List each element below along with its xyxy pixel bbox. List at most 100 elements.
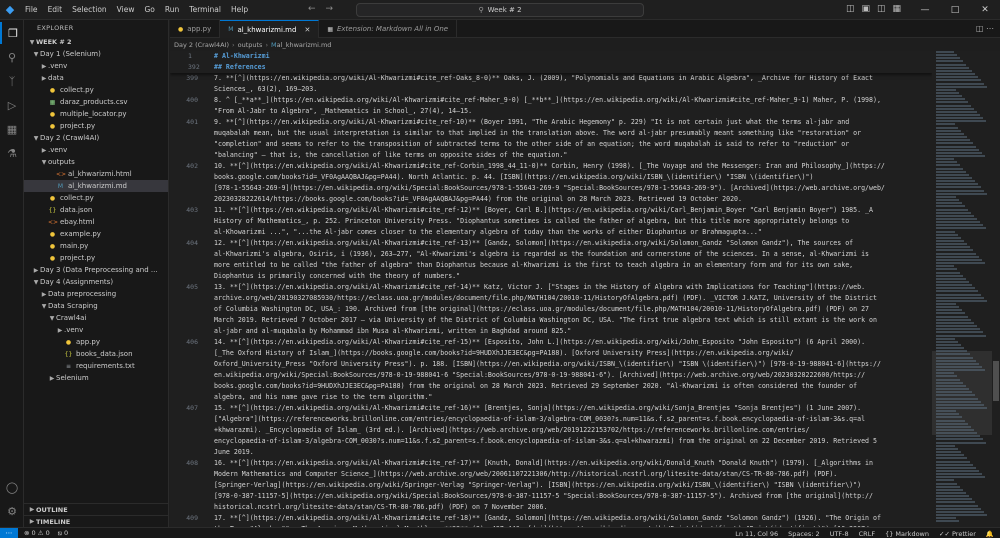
menu-item-view[interactable]: View: [112, 5, 140, 14]
code-line[interactable]: +khwarazmi). _Encyclopaedia of Islam_ (3…: [214, 425, 926, 436]
toggle-panel-icon[interactable]: ▣: [862, 4, 871, 14]
code-line[interactable]: ["Algebra"](https://referenceworks.brill…: [214, 414, 926, 425]
code-line[interactable]: 7. **[^](https://en.wikipedia.org/wiki/A…: [214, 73, 926, 84]
file-item[interactable]: {} data.json: [24, 204, 168, 216]
folder-item[interactable]: ▼ Day 4 (Assignments): [24, 276, 168, 288]
code-line[interactable]: "balancing" – that is, the cancellation …: [214, 150, 926, 161]
code-line[interactable]: Diophantus is primarily concerned with t…: [214, 271, 926, 282]
code-content[interactable]: 7. **[^](https://en.wikipedia.org/wiki/A…: [214, 51, 926, 527]
code-line[interactable]: 11. **[^](https://en.wikipedia.org/wiki/…: [214, 205, 926, 216]
code-line[interactable]: en.wikipedia.org/wiki/Special:BookSource…: [214, 370, 926, 381]
file-item[interactable]: {} books_data.json: [24, 348, 168, 360]
breadcrumb-item[interactable]: outputs: [238, 41, 263, 49]
minimap[interactable]: [932, 51, 992, 527]
manage-gear-icon[interactable]: ⚙: [0, 500, 24, 522]
file-item[interactable]: ● collect.py: [24, 84, 168, 96]
code-line[interactable]: al-Khwarizmi's algebra, Osiris, i (1936)…: [214, 249, 926, 260]
forward-arrow-icon[interactable]: →: [326, 4, 334, 14]
code-line[interactable]: 12. **[^](https://en.wikipedia.org/wiki/…: [214, 238, 926, 249]
folder-item[interactable]: ▶ Day 3 (Data Preprocessing and ...: [24, 264, 168, 276]
code-line[interactable]: encyclopaedia-of-islam-3/algebra-COM_003…: [214, 436, 926, 447]
file-item[interactable]: ● app.py: [24, 336, 168, 348]
code-line[interactable]: 9. **[^](https://en.wikipedia.org/wiki/A…: [214, 117, 926, 128]
problems-indicator[interactable]: ⊗ 0 ⚠ 0: [24, 529, 50, 538]
more-actions-icon[interactable]: ⋯: [983, 24, 994, 33]
folder-item[interactable]: ▶ .venv: [24, 324, 168, 336]
search-activity-icon[interactable]: ⚲: [0, 46, 24, 68]
menu-item-file[interactable]: File: [20, 5, 43, 14]
prettier-status[interactable]: ✓✓ Prettier: [939, 530, 976, 538]
tab-al-khwarizmi-md[interactable]: Mal_khwarizmi.md ✕: [220, 20, 320, 38]
folder-item[interactable]: ▼ Data Scraping: [24, 300, 168, 312]
code-line[interactable]: Modern Mathematics and Computer Science_…: [214, 469, 926, 480]
code-line[interactable]: [Springer-Verlag](https://en.wikipedia.o…: [214, 480, 926, 491]
code-line[interactable]: [_The Oxford History of Islam_](https://…: [214, 348, 926, 359]
code-line[interactable]: muqabalah mean, but the usual interpreta…: [214, 128, 926, 139]
code-line[interactable]: [978-1-55643-269-9](https://en.wikipedia…: [214, 183, 926, 194]
encoding[interactable]: UTF-8: [830, 530, 849, 538]
code-line[interactable]: 14. **[^](https://en.wikipedia.org/wiki/…: [214, 337, 926, 348]
code-line[interactable]: al-Khowarizmi ...", "...the Al-jabr come…: [214, 227, 926, 238]
code-line[interactable]: Sciences_, 63(2), 169–203.: [214, 84, 926, 95]
code-line[interactable]: March 2019. Retrieved 7 October 2017 – v…: [214, 315, 926, 326]
end-of-line[interactable]: CRLF: [859, 530, 875, 538]
file-item[interactable]: ● project.py: [24, 120, 168, 132]
menu-item-help[interactable]: Help: [226, 5, 253, 14]
code-line[interactable]: History of Mathematics_, p. 252. Princet…: [214, 216, 926, 227]
menu-item-run[interactable]: Run: [160, 5, 184, 14]
folder-item[interactable]: ▶ Data preprocessing: [24, 288, 168, 300]
breadcrumb-item[interactable]: al_khwarizmi.md: [277, 41, 332, 49]
menu-item-selection[interactable]: Selection: [67, 5, 112, 14]
file-item[interactable]: ● example.py: [24, 228, 168, 240]
folder-item[interactable]: ▶ data: [24, 72, 168, 84]
code-line[interactable]: of Columbia Washington DC, USA_: 190. Ar…: [214, 304, 926, 315]
file-item[interactable]: <> ebay.html: [24, 216, 168, 228]
folder-item[interactable]: ▼ outputs: [24, 156, 168, 168]
code-line[interactable]: 15. **[^](https://en.wikipedia.org/wiki/…: [214, 403, 926, 414]
outline-section[interactable]: ▶ OUTLINE: [24, 503, 168, 515]
folder-item[interactable]: ▼ Crawl4ai: [24, 312, 168, 324]
code-line[interactable]: 17. **[^](https://en.wikipedia.org/wiki/…: [214, 513, 926, 524]
folder-item[interactable]: ▶ .venv: [24, 60, 168, 72]
tab-app-py[interactable]: ● app.py: [170, 20, 221, 38]
indentation[interactable]: Spaces: 2: [788, 530, 820, 538]
editor-scrollbar[interactable]: [992, 51, 1000, 527]
maximize-icon[interactable]: □: [940, 0, 970, 20]
code-line[interactable]: "completion" and seems to refer to the t…: [214, 139, 926, 150]
code-line[interactable]: 13. **[^](https://en.wikipedia.org/wiki/…: [214, 282, 926, 293]
code-line[interactable]: "From Al-Jabr to Algebra", _Mathematics …: [214, 106, 926, 117]
toggle-secondary-sidebar-icon[interactable]: ◫: [877, 4, 886, 14]
extensions-icon[interactable]: ▦: [0, 118, 24, 140]
sticky-scroll-header[interactable]: 1 # Al-Khwarizmi 392 ## References: [170, 51, 932, 73]
file-item[interactable]: ● project.py: [24, 252, 168, 264]
menu-item-go[interactable]: Go: [139, 5, 159, 14]
file-item[interactable]: ● multiple_locator.py: [24, 108, 168, 120]
code-line[interactable]: [978-0-387-11157-5](https://en.wikipedia…: [214, 491, 926, 502]
timeline-section[interactable]: ▶ TIMELINE: [24, 515, 168, 527]
folder-item[interactable]: ▼ Day 2 (Crawl4AI): [24, 132, 168, 144]
code-line[interactable]: 8. ^ [_**a**_](https://en.wikipedia.org/…: [214, 95, 926, 106]
file-item[interactable]: Mal_khwarizmi.md: [24, 180, 168, 192]
run-debug-icon[interactable]: ▷: [0, 94, 24, 116]
close-window-icon[interactable]: ✕: [970, 0, 1000, 20]
explorer-icon[interactable]: ❐: [0, 22, 24, 44]
code-line[interactable]: June 2019.: [214, 447, 926, 458]
language-mode[interactable]: {} Markdown: [885, 530, 929, 538]
code-line[interactable]: 16. **[^](https://en.wikipedia.org/wiki/…: [214, 458, 926, 469]
file-item[interactable]: ● main.py: [24, 240, 168, 252]
toggle-primary-sidebar-icon[interactable]: ◫: [846, 4, 855, 14]
customize-layout-icon[interactable]: ▦: [893, 4, 902, 14]
code-line[interactable]: more entitled to be called "the father o…: [214, 260, 926, 271]
sticky-heading[interactable]: ## References: [214, 63, 266, 71]
folder-item[interactable]: ▶ Selenium: [24, 372, 168, 384]
back-arrow-icon[interactable]: ←: [308, 4, 316, 14]
command-center-search[interactable]: ⚲ Week # 2: [356, 3, 644, 17]
menu-item-edit[interactable]: Edit: [43, 5, 68, 14]
close-tab-icon[interactable]: ✕: [304, 26, 310, 34]
accounts-icon[interactable]: ◯: [0, 476, 24, 498]
code-line[interactable]: al-jabr and al-muqabala by Mohammad ibn …: [214, 326, 926, 337]
menu-item-terminal[interactable]: Terminal: [184, 5, 226, 14]
code-editor[interactable]: 1 # Al-Khwarizmi 392 ## References 399 400 40…: [170, 51, 932, 527]
file-item[interactable]: ≡ requirements.txt: [24, 360, 168, 372]
workspace-header[interactable]: ▼ WEEK # 2: [24, 36, 168, 48]
